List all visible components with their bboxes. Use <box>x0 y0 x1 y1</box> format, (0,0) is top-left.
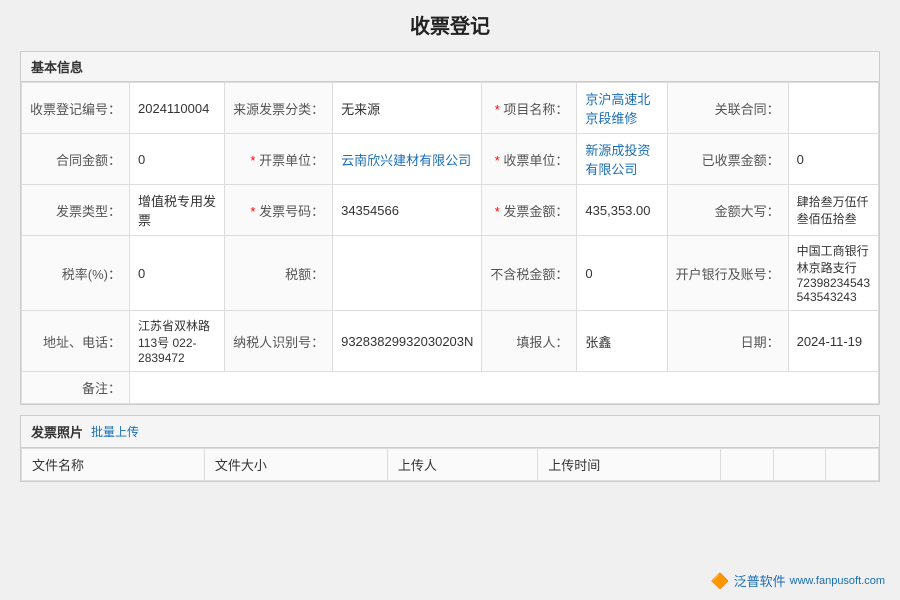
date-value: 2024-11-19 <box>788 311 878 372</box>
col-extra1 <box>721 449 774 481</box>
watermark: 🔶 泛普软件 www.fanpusoft.com <box>711 571 885 590</box>
col-filesize: 文件大小 <box>204 449 387 481</box>
invoice-type-value: 增值税专用发票 <box>130 185 225 236</box>
receipt-no-value: 2024110004 <box>130 83 225 134</box>
files-table-head: 文件名称 文件大小 上传人 上传时间 <box>22 449 879 481</box>
receipt-no-label: 收票登记编号： <box>22 83 130 134</box>
table-row: 发票类型： 增值税专用发票 * 发票号码： 34354566 * 发票金额： 4… <box>22 185 879 236</box>
watermark-icon: 🔶 <box>711 572 730 590</box>
invoice-no-value: 34354566 <box>333 185 482 236</box>
amount-cn-value: 肆拾叁万伍仟叁佰伍拾叁 <box>788 185 878 236</box>
receipt-unit-value: 新源成投资有限公司 <box>577 134 667 185</box>
files-header: 发票照片 批量上传 <box>21 416 879 448</box>
filler-label: 填报人： <box>482 311 577 372</box>
files-section-label: 发票照片 <box>31 422 83 441</box>
basic-info-header: 基本信息 <box>21 52 879 82</box>
project-name-value: 京沪高速北京段维修 <box>577 83 667 134</box>
files-table: 文件名称 文件大小 上传人 上传时间 <box>21 448 879 481</box>
invoice-no-label: * 发票号码： <box>225 185 333 236</box>
required-star: * <box>250 204 255 219</box>
invoice-amount-label: * 发票金额： <box>482 185 577 236</box>
related-contract-label: 关联合同： <box>667 83 788 134</box>
billing-unit-label: * 开票单位： <box>225 134 333 185</box>
filler-value: 张鑫 <box>577 311 667 372</box>
receipt-unit-link[interactable]: 新源成投资有限公司 <box>585 143 650 177</box>
remark-value <box>130 372 879 404</box>
tax-rate-label: 税率(%)： <box>22 236 130 311</box>
invoice-type-label: 发票类型： <box>22 185 130 236</box>
related-contract-value <box>788 83 878 134</box>
col-extra2 <box>773 449 826 481</box>
table-row: 备注： <box>22 372 879 404</box>
excl-tax-value: 0 <box>577 236 667 311</box>
contract-amount-label: 合同金额： <box>22 134 130 185</box>
table-row: 地址、电话： 江苏省双林路113号 022-2839472 纳税人识别号： 93… <box>22 311 879 372</box>
page-title: 收票登记 <box>20 10 880 39</box>
address-value: 江苏省双林路113号 022-2839472 <box>130 311 225 372</box>
project-name-label: * 项目名称： <box>482 83 577 134</box>
required-star: * <box>495 204 500 219</box>
address-label: 地址、电话： <box>22 311 130 372</box>
col-uploader: 上传人 <box>387 449 537 481</box>
col-extra3 <box>826 449 879 481</box>
tax-amount-value <box>333 236 482 311</box>
col-upload-time: 上传时间 <box>538 449 721 481</box>
amount-cn-label: 金额大写： <box>667 185 788 236</box>
received-amount-label: 已收票金额： <box>667 134 788 185</box>
table-row: 税率(%)： 0 税额： 不含税金额： 0 开户银行及账号： 中国工商银行林京路… <box>22 236 879 311</box>
receipt-unit-label: * 收票单位： <box>482 134 577 185</box>
batch-upload-button[interactable]: 批量上传 <box>91 423 139 440</box>
page-container: 收票登记 基本信息 收票登记编号： 2024110004 来源发票分类： 无来源… <box>0 0 900 600</box>
source-invoice-label: 来源发票分类： <box>225 83 333 134</box>
contract-amount-value: 0 <box>130 134 225 185</box>
excl-tax-label: 不含税金额： <box>482 236 577 311</box>
billing-unit-value: 云南欣兴建材有限公司 <box>333 134 482 185</box>
required-star: * <box>250 153 255 168</box>
source-invoice-value: 无来源 <box>333 83 482 134</box>
required-star: * <box>495 153 500 168</box>
basic-info-table: 收票登记编号： 2024110004 来源发票分类： 无来源 * 项目名称： 京… <box>21 82 879 404</box>
watermark-brand: 泛普软件 <box>734 571 786 590</box>
required-star: * <box>495 102 500 117</box>
taxpayer-id-label: 纳税人识别号： <box>225 311 333 372</box>
table-row: 合同金额： 0 * 开票单位： 云南欣兴建材有限公司 * 收票单位： 新源成投资… <box>22 134 879 185</box>
taxpayer-id-value: 93283829932030203N <box>333 311 482 372</box>
bank-account-value: 中国工商银行林京路支行 72398234543 543543243 <box>788 236 878 311</box>
tax-rate-value: 0 <box>130 236 225 311</box>
bank-account-label: 开户银行及账号： <box>667 236 788 311</box>
files-section: 发票照片 批量上传 文件名称 文件大小 上传人 上传时间 <box>20 415 880 482</box>
project-name-link[interactable]: 京沪高速北京段维修 <box>585 92 650 126</box>
date-label: 日期： <box>667 311 788 372</box>
table-row: 收票登记编号： 2024110004 来源发票分类： 无来源 * 项目名称： 京… <box>22 83 879 134</box>
watermark-url: www.fanpusoft.com <box>790 575 885 587</box>
col-filename: 文件名称 <box>22 449 205 481</box>
tax-amount-label: 税额： <box>225 236 333 311</box>
invoice-amount-value: 435,353.00 <box>577 185 667 236</box>
remark-label: 备注： <box>22 372 130 404</box>
billing-unit-link[interactable]: 云南欣兴建材有限公司 <box>341 153 471 168</box>
basic-info-section: 基本信息 收票登记编号： 2024110004 来源发票分类： 无来源 * 项目… <box>20 51 880 405</box>
files-table-header-row: 文件名称 文件大小 上传人 上传时间 <box>22 449 879 481</box>
received-amount-value: 0 <box>788 134 878 185</box>
